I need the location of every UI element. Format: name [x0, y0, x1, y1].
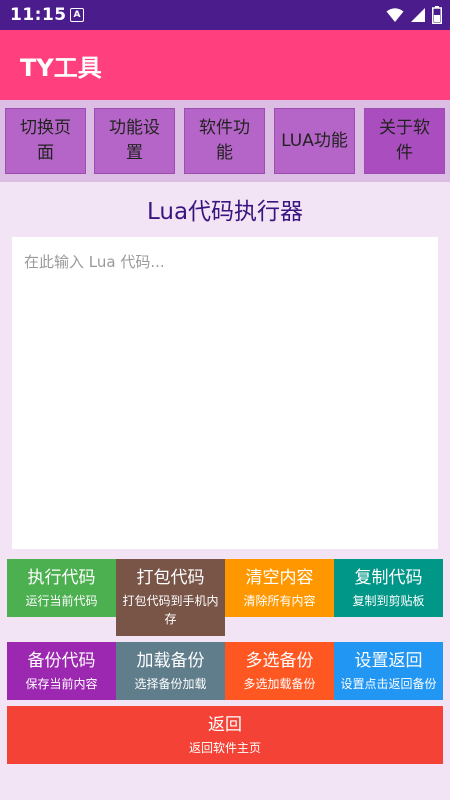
- nav-software-functions-button[interactable]: 软件功能: [184, 108, 265, 174]
- set-return-button[interactable]: 设置返回 设置点击返回备份: [334, 642, 443, 700]
- return-label: 返回: [208, 715, 242, 735]
- backup-code-label: 备份代码: [27, 651, 96, 671]
- copy-code-label: 复制代码: [354, 568, 423, 588]
- multi-select-backup-label: 多选备份: [245, 651, 314, 671]
- backup-code-button[interactable]: 备份代码 保存当前内容: [7, 642, 116, 700]
- page-title: Lua代码执行器: [146, 199, 304, 225]
- execute-code-button[interactable]: 执行代码 运行当前代码: [7, 559, 116, 617]
- package-code-button[interactable]: 打包代码 打包代码到手机内存: [116, 559, 225, 636]
- load-backup-label: 加载备份: [136, 651, 205, 671]
- status-bar: 11:15 A: [0, 0, 450, 30]
- battery-icon: [432, 6, 442, 28]
- execute-code-sub: 运行当前代码: [25, 594, 98, 608]
- load-backup-sub: 选择备份加载: [134, 677, 207, 691]
- nav-lua-functions-button[interactable]: LUA功能: [274, 108, 355, 174]
- signal-icon: [410, 7, 426, 27]
- clear-content-sub: 清除所有内容: [243, 594, 316, 608]
- nav-row: 切换页面 功能设置 软件功能 LUA功能 关于软件: [0, 100, 450, 182]
- set-return-sub: 设置点击返回备份: [340, 677, 437, 691]
- status-time: 11:15: [10, 5, 67, 25]
- app-bar: TY工具: [0, 30, 450, 100]
- nav-function-settings-button[interactable]: 功能设置: [94, 108, 175, 174]
- package-code-label: 打包代码: [136, 568, 205, 588]
- nav-about-button[interactable]: 关于软件: [364, 108, 445, 174]
- clear-content-button[interactable]: 清空内容 清除所有内容: [225, 559, 334, 617]
- return-sub: 返回软件主页: [188, 741, 261, 755]
- lua-code-input[interactable]: [12, 237, 438, 549]
- nav-switch-page-button[interactable]: 切换页面: [5, 108, 86, 174]
- clear-content-label: 清空内容: [245, 568, 314, 588]
- status-icons: [386, 6, 442, 28]
- return-button[interactable]: 返回 返回软件主页: [7, 706, 443, 764]
- app-title: TY工具: [20, 54, 102, 82]
- copy-code-button[interactable]: 复制代码 复制到剪贴板: [334, 559, 443, 617]
- copy-code-sub: 复制到剪贴板: [352, 594, 425, 608]
- execute-code-label: 执行代码: [27, 568, 96, 588]
- multi-select-backup-button[interactable]: 多选备份 多选加载备份: [225, 642, 334, 700]
- notification-icon: A: [70, 8, 84, 22]
- load-backup-button[interactable]: 加载备份 选择备份加载: [116, 642, 225, 700]
- wifi-icon: [386, 7, 404, 27]
- package-code-sub: 打包代码到手机内存: [122, 594, 219, 626]
- backup-code-sub: 保存当前内容: [25, 677, 98, 691]
- multi-select-backup-sub: 多选加载备份: [243, 677, 316, 691]
- set-return-label: 设置返回: [354, 651, 423, 671]
